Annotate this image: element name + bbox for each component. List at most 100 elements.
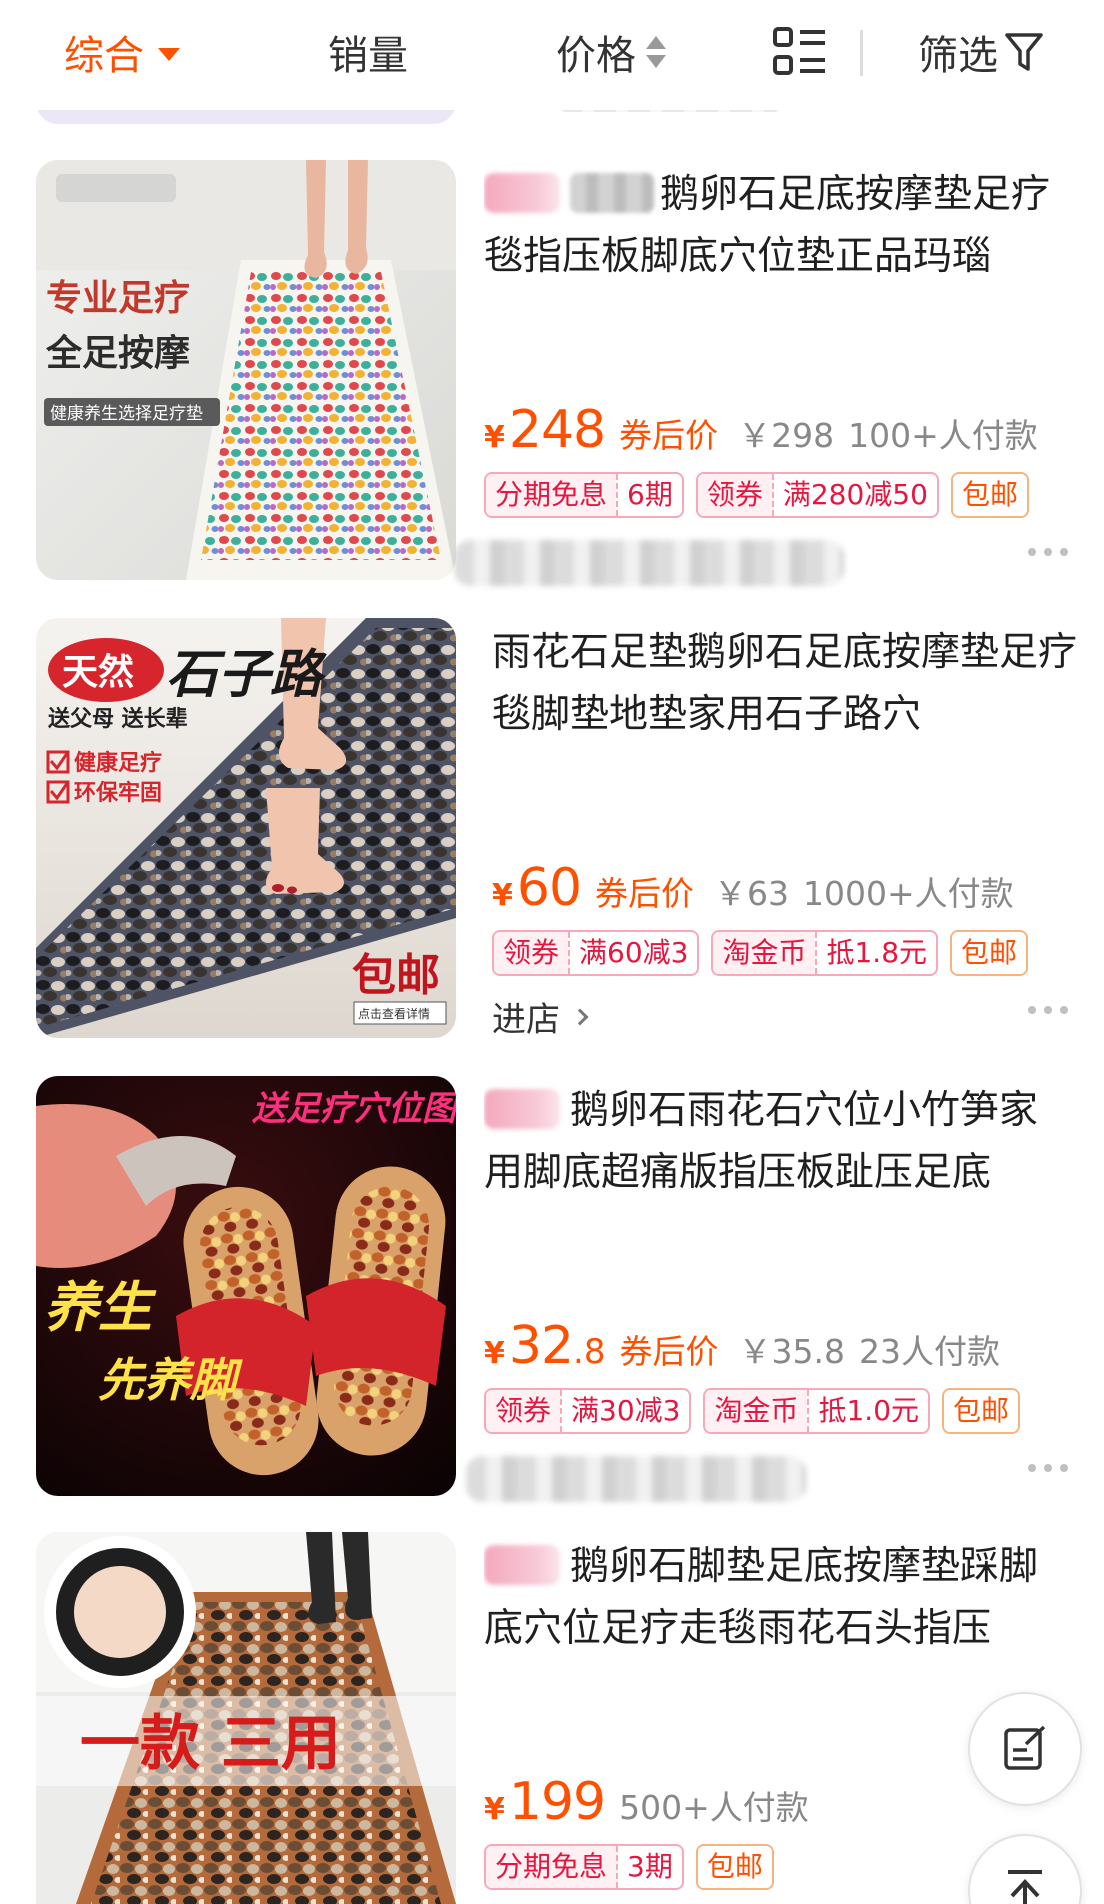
- more-dots-icon[interactable]: [1028, 1006, 1068, 1014]
- free-shipping-tag: 包邮: [950, 930, 1029, 976]
- store-badge: [484, 173, 560, 213]
- tag-label: 淘金币: [705, 1390, 808, 1432]
- image-banner: 一款 三用: [80, 1709, 341, 1779]
- free-shipping-tag: 包邮: [942, 1388, 1021, 1434]
- edit-note-button[interactable]: [968, 1692, 1082, 1806]
- image-badge: 天然: [62, 651, 134, 693]
- coupon-tag: 领券 满280减50: [695, 472, 939, 518]
- price: 248: [508, 400, 606, 460]
- tag-value: 抵1.0元: [807, 1390, 928, 1432]
- coin-tag: 淘金币 抵1.0元: [703, 1388, 931, 1434]
- enter-shop-link[interactable]: 进店: [492, 992, 589, 1041]
- price: 199: [508, 1772, 606, 1832]
- sort-bar: 综合 销量 价格 筛选: [0, 0, 1104, 110]
- tag-label: 分期免息: [486, 1846, 617, 1888]
- tag-value: 满30减3: [560, 1390, 689, 1432]
- tag-value: 6期: [616, 474, 682, 516]
- image-headline-1: 专业足疗: [46, 278, 190, 319]
- price-line: ¥ 248 券后价 ￥298 100+人付款: [484, 400, 1038, 460]
- product-image[interactable]: 天然 石子路 送父母 送长辈 健康足疗 环保牢固 包邮 点击查看详情: [36, 618, 456, 1038]
- coin-tag: 淘金币 抵1.8元: [711, 930, 939, 976]
- tag-label: 包邮: [697, 1846, 772, 1888]
- product-card[interactable]: 天然 石子路 送父母 送长辈 健康足疗 环保牢固 包邮 点击查看详情 雨花石足垫…: [0, 618, 1104, 1058]
- list-view-toggle[interactable]: [772, 24, 828, 80]
- tag-label: 包邮: [944, 1390, 1019, 1432]
- tag-value: 抵1.8元: [815, 932, 936, 974]
- product-image[interactable]: 专业足疗 全足按摩 健康养生选择足疗垫: [36, 160, 456, 580]
- sold-count: 100+人付款: [848, 416, 1038, 455]
- product-card[interactable]: 一款 三用 鹅卵石脚垫足底按摩垫踩脚底穴位足疗走毯雨花石头指压 ¥ 199 50…: [0, 1532, 1104, 1904]
- tag-label: 领券: [486, 1390, 561, 1432]
- divider: [860, 30, 863, 76]
- currency-symbol: ¥: [492, 878, 513, 913]
- image-headline-2: 全足按摩: [45, 332, 190, 374]
- product-title-text: 鹅卵石雨花石穴位小竹笋家用脚底超痛版指压板趾压足底: [484, 1088, 1039, 1195]
- caret-down-icon: [158, 47, 180, 61]
- filter-label: 筛选: [918, 33, 998, 79]
- product-title[interactable]: 鹅卵石脚垫足底按摩垫踩脚底穴位足疗走毯雨花石头指压: [484, 1536, 1074, 1660]
- sort-composite[interactable]: 综合: [64, 24, 180, 80]
- free-shipping-tag: 包邮: [695, 1844, 774, 1890]
- sort-composite-label: 综合: [64, 33, 144, 79]
- promo-tags: 领券 满30减3 淘金币 抵1.0元 包邮: [484, 1388, 1021, 1434]
- sort-price-label: 价格: [556, 33, 636, 79]
- image-detail-hint: 点击查看详情: [358, 1006, 430, 1021]
- promo-tags: 分期免息 3期 包邮: [484, 1844, 774, 1890]
- coupon-tag: 领券 满60减3: [492, 930, 700, 976]
- image-subline: 送父母 送长辈: [48, 706, 188, 732]
- sort-sales-label: 销量: [328, 33, 408, 79]
- tag-label: 淘金币: [713, 932, 816, 974]
- tag-value: 3期: [616, 1846, 682, 1888]
- image-send-text: 送足疗穴位图: [252, 1089, 456, 1129]
- sort-price[interactable]: 价格: [556, 24, 666, 80]
- tag-label: 包邮: [952, 932, 1027, 974]
- product-title[interactable]: 鹅卵石足底按摩垫足疗毯指压板脚底穴位垫正品玛瑙: [484, 164, 1074, 288]
- edit-note-icon: [1004, 1725, 1046, 1770]
- tag-label: 领券: [697, 474, 772, 516]
- product-card[interactable]: 专业足疗 全足按摩 健康养生选择足疗垫 鹅卵石足底按摩垫足疗毯指压板脚底穴位垫正…: [0, 160, 1104, 600]
- product-title-text: 鹅卵石脚垫足底按摩垫踩脚底穴位足疗走毯雨花石头指压: [484, 1544, 1039, 1651]
- coupon-tag: 领券 满30减3: [484, 1388, 692, 1434]
- original-price: ￥35.8: [738, 1332, 845, 1371]
- price-decimal: .8: [573, 1332, 606, 1372]
- more-dots-icon[interactable]: [1028, 548, 1068, 556]
- sold-count: 1000+人付款: [803, 874, 1014, 913]
- blurred-shop-name: [466, 1456, 806, 1502]
- product-title-text: 鹅卵石足底按摩垫足疗毯指压板脚底穴位垫正品玛瑙: [484, 172, 1051, 279]
- installment-tag: 分期免息 3期: [484, 1844, 684, 1890]
- image-subline: 健康养生选择足疗垫: [50, 404, 203, 424]
- after-coupon-label: 券后价: [619, 416, 719, 455]
- image-headline: 石子路: [166, 644, 327, 705]
- sold-count: 23人付款: [858, 1332, 1000, 1371]
- product-title[interactable]: 鹅卵石雨花石穴位小竹笋家用脚底超痛版指压板趾压足底: [484, 1080, 1074, 1204]
- enter-shop-label: 进店: [492, 1000, 560, 1040]
- product-card[interactable]: 送足疗穴位图 养生 先养脚 鹅卵石雨花石穴位小竹笋家用脚底超痛版指压板趾压足底 …: [0, 1076, 1104, 1516]
- price-line: ¥ 60 券后价 ￥63 1000+人付款: [492, 858, 1014, 918]
- sort-sales[interactable]: 销量: [328, 24, 408, 80]
- product-title[interactable]: 雨花石足垫鹅卵石足底按摩垫足疗毯脚垫地垫家用石子路穴: [492, 622, 1082, 746]
- price: 60: [516, 858, 582, 918]
- original-price: ￥298: [738, 416, 835, 455]
- more-dots-icon[interactable]: [1028, 1464, 1068, 1472]
- tag-label: 领券: [494, 932, 569, 974]
- product-image[interactable]: 送足疗穴位图 养生 先养脚: [36, 1076, 456, 1496]
- currency-symbol: ¥: [484, 1336, 505, 1371]
- price-line: ¥ 32 .8 券后价 ￥35.8 23人付款: [484, 1316, 1000, 1376]
- tag-label: 包邮: [952, 474, 1027, 516]
- image-check-1: 健康足疗: [74, 750, 162, 776]
- back-to-top-icon: [1008, 1870, 1042, 1904]
- price-line: ¥ 199 500+人付款: [484, 1772, 809, 1832]
- blurred-shop-name: [454, 540, 844, 586]
- promo-tags: 分期免息 6期 领券 满280减50 包邮: [484, 472, 1029, 518]
- image-free-shipping: 包邮: [352, 950, 440, 1001]
- sort-updown-icon: [646, 36, 666, 68]
- image-slogan-2: 先养脚: [98, 1353, 243, 1407]
- filter-button[interactable]: 筛选: [918, 24, 1044, 80]
- price: 32: [508, 1316, 574, 1376]
- after-coupon-label: 券后价: [619, 1332, 719, 1371]
- product-image[interactable]: 一款 三用: [36, 1532, 456, 1904]
- free-shipping-tag: 包邮: [950, 472, 1029, 518]
- currency-symbol: ¥: [484, 420, 505, 455]
- installment-tag: 分期免息 6期: [484, 472, 684, 518]
- tag-label: 分期免息: [486, 474, 617, 516]
